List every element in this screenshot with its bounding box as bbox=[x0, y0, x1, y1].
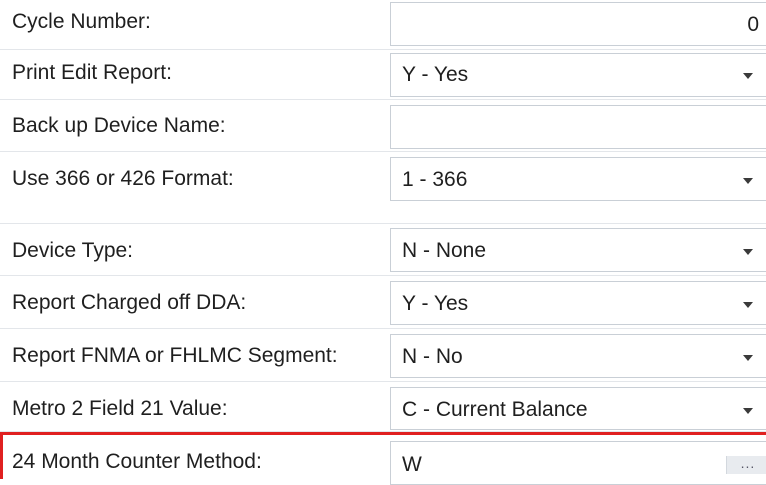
format-label: Use 366 or 426 Format: bbox=[12, 167, 234, 190]
backup-device-name-input[interactable] bbox=[390, 105, 766, 149]
device-type-label: Device Type: bbox=[12, 239, 134, 262]
fnma-fhlmc-segment-label: Report FNMA or FHLMC Segment: bbox=[12, 344, 338, 367]
report-charged-off-dda-select[interactable]: Y - Yes bbox=[390, 281, 766, 325]
fnma-fhlmc-segment-select[interactable]: N - No bbox=[390, 334, 766, 378]
print-edit-report-select[interactable]: Y - Yes bbox=[390, 53, 766, 97]
cycle-number-input[interactable]: 0 bbox=[390, 2, 766, 46]
print-edit-report-label: Print Edit Report: bbox=[12, 61, 172, 84]
form-row-format: Use 366 or 426 Format: 1 - 366 bbox=[0, 152, 766, 224]
device-type-select[interactable]: N - None bbox=[390, 228, 766, 272]
report-charged-off-dda-value: Y - Yes bbox=[402, 292, 469, 315]
metro2-field21-value: C - Current Balance bbox=[402, 398, 588, 421]
chevron-down-icon[interactable] bbox=[743, 249, 753, 255]
cycle-number-value: 0 bbox=[747, 13, 759, 36]
chevron-down-icon[interactable] bbox=[743, 302, 753, 308]
chevron-down-icon[interactable] bbox=[743, 355, 753, 361]
backup-device-name-label: Back up Device Name: bbox=[12, 114, 226, 137]
format-select[interactable]: 1 - 366 bbox=[390, 157, 766, 201]
form-row-cycle-number: Cycle Number: 0 bbox=[0, 0, 766, 50]
print-edit-report-value: Y - Yes bbox=[402, 63, 469, 86]
form-row-print-edit-report: Print Edit Report: Y - Yes bbox=[0, 50, 766, 100]
selection-highlight bbox=[0, 432, 766, 479]
format-value: 1 - 366 bbox=[402, 168, 468, 191]
fnma-fhlmc-segment-value: N - No bbox=[402, 345, 463, 368]
form-row-backup-device-name: Back up Device Name: bbox=[0, 100, 766, 152]
metro2-field21-label: Metro 2 Field 21 Value: bbox=[12, 397, 228, 420]
chevron-down-icon[interactable] bbox=[743, 178, 753, 184]
chevron-down-icon[interactable] bbox=[743, 73, 753, 79]
metro2-field21-select[interactable]: C - Current Balance bbox=[390, 387, 766, 430]
device-type-value: N - None bbox=[402, 239, 487, 262]
form-row-report-charged-off-dda: Report Charged off DDA: Y - Yes bbox=[0, 276, 766, 329]
form-row-metro2-field21: Metro 2 Field 21 Value: C - Current Bala… bbox=[0, 382, 766, 432]
cycle-number-label: Cycle Number: bbox=[12, 10, 151, 33]
form-row-fnma-fhlmc-segment: Report FNMA or FHLMC Segment: N - No bbox=[0, 329, 766, 382]
chevron-down-icon[interactable] bbox=[743, 408, 753, 414]
form-row-device-type: Device Type: N - None bbox=[0, 224, 766, 276]
report-charged-off-dda-label: Report Charged off DDA: bbox=[12, 291, 247, 314]
